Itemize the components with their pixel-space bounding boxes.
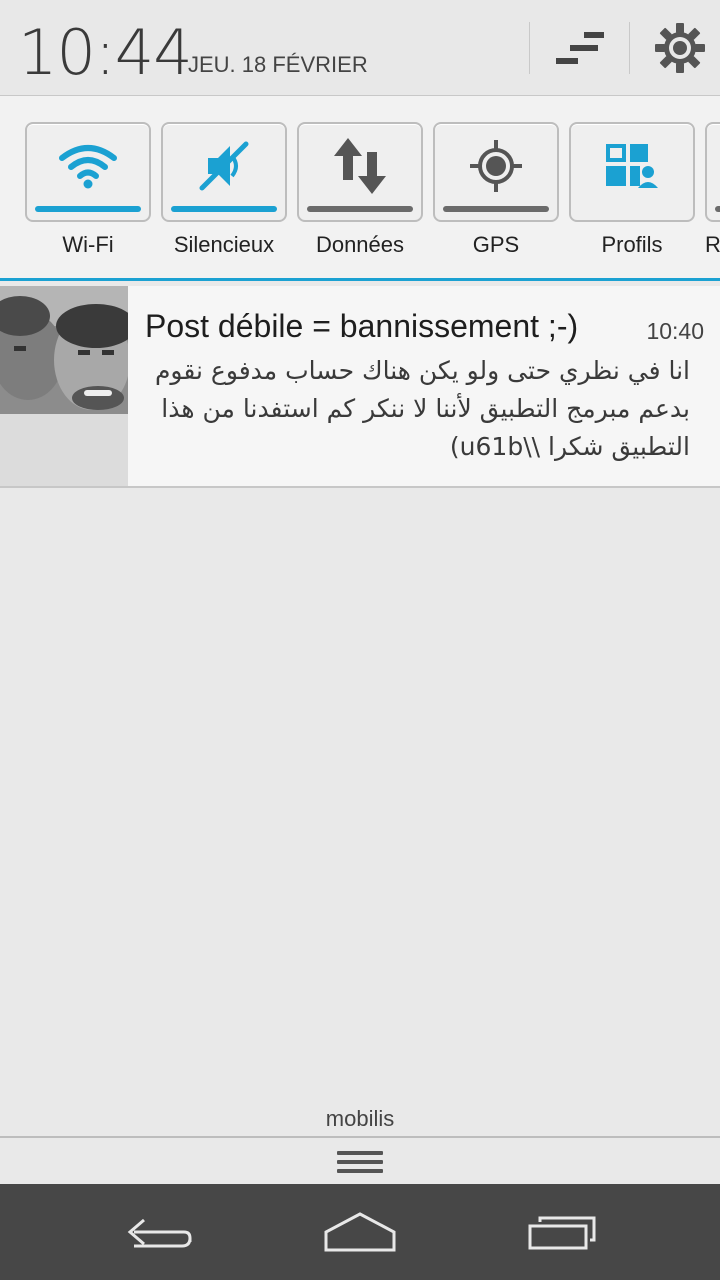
settings-button[interactable] [650,20,710,76]
gear-icon [655,23,705,73]
quick-settings-toggle-button[interactable] [550,20,610,76]
silent-state-bar [171,206,277,212]
carrier-label: mobilis [325,1106,395,1131]
wifi-state-bar [35,206,141,212]
notification-time: 10:40 [646,318,704,344]
header-divider [529,22,530,74]
home-icon [324,1212,396,1252]
drag-handle[interactable] [330,1144,390,1180]
profiles-label: Profils [601,232,663,257]
wifi-tile[interactable] [25,122,151,222]
silent-label: Silencieux [173,232,275,257]
quick-settings-toggle-icon [556,32,604,64]
recent-apps-icon [528,1216,596,1250]
notification-text: انا في نظري حتى ولو يكن هناك حساب مدفوع … [154,356,690,461]
gps-label: GPS [472,232,520,257]
panel-divider [0,278,720,281]
avatar-background [0,414,128,486]
notification-title: Post débile = bannissement ;-) [145,308,579,344]
back-button[interactable] [100,1198,220,1266]
partial-tile-label: R [705,232,720,257]
partial-tile[interactable] [705,122,720,222]
profiles-state-bar [579,206,685,212]
silent-tile[interactable] [161,122,287,222]
notification-header: 10:44 JEU. 18 FÉVRIER [0,0,720,96]
clock: 10:44 [18,16,193,89]
wifi-label: Wi-Fi [62,232,114,257]
gps-icon [470,140,522,192]
notification-item[interactable]: Post débile = bannissement ;-) 10:40 انا… [0,286,720,488]
data-tile[interactable] [297,122,423,222]
profiles-icon [606,144,658,188]
recent-apps-button[interactable] [502,1198,622,1266]
profiles-tile[interactable] [569,122,695,222]
header-divider [629,22,630,74]
data-state-bar [307,206,413,212]
date: JEU. 18 FÉVRIER [188,52,368,77]
back-icon [127,1218,192,1248]
silent-mode-icon [199,141,249,191]
data-arrows-icon [334,138,386,194]
home-button[interactable] [300,1198,420,1266]
gps-state-bar [443,206,549,212]
handle-divider [0,1136,720,1138]
avatar [0,286,128,414]
navigation-bar [0,1184,720,1280]
data-label: Données [315,232,405,257]
quick-settings-panel: Wi-Fi Silencieux Données GPS Profils R [0,96,720,280]
partial-state-bar [715,206,720,212]
wifi-icon [59,145,117,189]
gps-tile[interactable] [433,122,559,222]
